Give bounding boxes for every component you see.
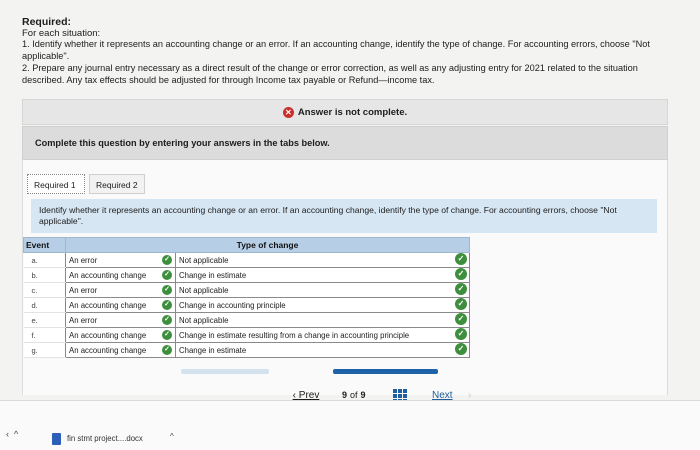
back-chevron-icon[interactable]: ‹ ^ [6,429,18,439]
check-icon: ✓ [455,298,467,310]
kind-select[interactable]: An accounting change ✓ [65,267,176,283]
kind-value: An accounting change [69,345,147,355]
type-select[interactable]: Change in accounting principle [175,297,470,313]
x-circle-icon: ✕ [282,106,294,118]
check-icon: ✓ [162,255,172,265]
event-letter: e. [23,312,66,328]
check-icon: ✓ [455,328,467,340]
required-1-progress-bar[interactable] [181,369,269,374]
event-letter: g. [23,342,66,358]
chevron-up-icon[interactable]: ^ [170,432,174,441]
answer-table: Event Type of change a. An error ✓ Not ap… [23,237,470,358]
type-value: Not applicable [179,255,229,265]
check-icon: ✓ [455,268,467,280]
event-letter: b. [23,267,66,283]
kind-value: An error [69,285,98,295]
type-value: Change in estimate resulting from a chan… [179,330,410,340]
type-select[interactable]: Change in estimate resulting from a chan… [175,327,470,343]
tab-required-1[interactable]: Required 1 [27,174,85,194]
check-icon: ✓ [455,343,467,355]
check-icon: ✓ [455,283,467,295]
kind-value: An error [69,255,98,265]
kind-select[interactable]: An error ✓ [65,282,176,298]
table-row: c. An error ✓ Not applicable [23,282,470,298]
type-value: Change in estimate [179,270,247,280]
kind-select[interactable]: An accounting change ✓ [65,297,176,313]
event-letter: a. [23,252,66,268]
type-select[interactable]: Not applicable [175,312,470,328]
table-row: g. An accounting change ✓ Change in estim… [23,342,470,358]
type-select[interactable]: Change in estimate [175,267,470,283]
kind-value: An accounting change [69,300,147,310]
kind-value: An accounting change [69,270,147,280]
table-row: e. An error ✓ Not applicable [23,312,470,328]
check-icon: ✓ [162,285,172,295]
check-icon: ✓ [162,330,172,340]
check-icon: ✓ [455,253,467,265]
download-bar: fin stmt project....docx ^ [0,400,700,450]
page-of: of [350,390,358,400]
tab-required-2[interactable]: Required 2 [89,174,145,194]
required-2-progress-bar[interactable] [333,369,438,374]
answer-status-banner: ✕ Answer is not complete. [22,99,668,125]
type-value: Change in estimate [179,345,247,355]
kind-select[interactable]: An accounting change ✓ [65,342,176,358]
kind-select[interactable]: An error ✓ [65,252,176,268]
check-icon: ✓ [455,313,467,325]
type-value: Not applicable [179,315,229,325]
check-icon: ✓ [162,315,172,325]
check-icon: ✓ [162,345,172,355]
check-icon: ✓ [162,270,172,280]
kind-value: An accounting change [69,330,147,340]
required-heading: Required: [22,16,72,28]
document-icon [52,433,61,445]
kind-select[interactable]: An accounting change ✓ [65,327,176,343]
event-letter: c. [23,282,66,298]
type-value: Change in accounting principle [179,300,286,310]
table-row: f. An accounting change ✓ Change in estim… [23,327,470,343]
column-header-event: Event [23,237,66,253]
table-row: d. An accounting change ✓ Change in accou… [23,297,470,313]
type-select[interactable]: Not applicable [175,282,470,298]
instruction-banner-text: Complete this question by entering your … [35,138,330,148]
event-letter: f. [23,327,66,343]
kind-value: An error [69,315,98,325]
event-letter: d. [23,297,66,313]
row-check-column: ✓ ✓ ✓ ✓ ✓ ✓ ✓ [455,253,467,358]
question-text: Identify whether it represents an accoun… [31,199,657,233]
column-header-type: Type of change [65,237,470,253]
type-select[interactable]: Change in estimate [175,342,470,358]
instruction-2: 2. Prepare any journal entry necessary a… [22,63,638,85]
table-row: a. An error ✓ Not applicable [23,252,470,268]
tab-panel: Required 1 Required 2 Identify whether i… [22,160,668,403]
download-file-name[interactable]: fin stmt project....docx [67,434,143,443]
instruction-banner: Complete this question by entering your … [22,126,668,160]
check-icon: ✓ [162,300,172,310]
type-select[interactable]: Not applicable [175,252,470,268]
page-indicator: 9 of 9 [342,390,366,400]
kind-select[interactable]: An error ✓ [65,312,176,328]
current-page: 9 [342,390,348,400]
type-value: Not applicable [179,285,229,295]
answer-status-text: Answer is not complete. [297,106,408,118]
table-row: b. An accounting change ✓ Change in estim… [23,267,470,283]
instruction-1: 1. Identify whether it represents an acc… [22,39,650,61]
total-pages: 9 [360,390,366,400]
